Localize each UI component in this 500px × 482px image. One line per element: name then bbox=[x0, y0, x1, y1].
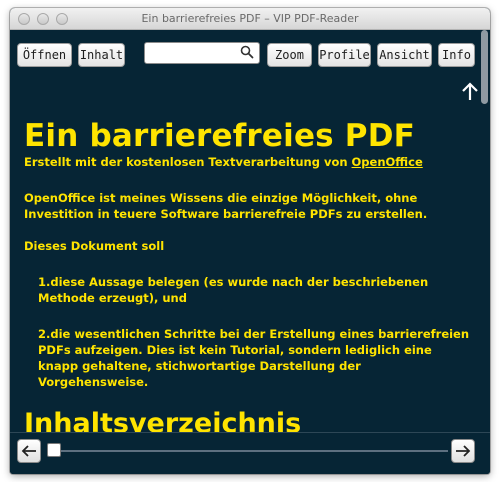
paragraph-intro: OpenOffice ist meines Wissens die einzig… bbox=[24, 191, 428, 221]
openoffice-link[interactable]: OpenOffice bbox=[352, 155, 423, 169]
search-field[interactable] bbox=[144, 42, 260, 64]
title-bar[interactable]: Ein barrierefreies PDF – VIP PDF-Reader bbox=[10, 8, 490, 30]
profiles-button[interactable]: Profile bbox=[318, 43, 371, 67]
page-navigation-bar bbox=[10, 432, 490, 474]
toc-heading: Inhaltsverzeichnis bbox=[24, 408, 302, 432]
arrow-right-icon bbox=[456, 445, 471, 457]
magnifier-icon[interactable] bbox=[240, 45, 254, 59]
contents-button[interactable]: Inhalt bbox=[78, 43, 125, 67]
paragraph-purpose: Dieses Dokument soll bbox=[24, 239, 165, 253]
search-input[interactable] bbox=[151, 45, 243, 64]
window-title: Ein barrierefreies PDF – VIP PDF-Reader bbox=[141, 12, 359, 25]
document-title: Ein barrierefreies PDF bbox=[24, 118, 416, 154]
document-view[interactable]: Ein barrierefreies PDF Erstellt mit der … bbox=[10, 76, 480, 432]
list-item: 2.die wesentlichen Schritte bei der Erst… bbox=[38, 327, 470, 389]
page-slider-track[interactable] bbox=[50, 450, 448, 452]
arrow-left-icon bbox=[21, 445, 36, 457]
zoom-button[interactable]: Zoom bbox=[267, 43, 312, 67]
list-item: 1.diese Aussage belegen (es wurde nach d… bbox=[38, 275, 429, 305]
document-subtitle: Erstellt mit der kostenlosen Textverarbe… bbox=[24, 154, 474, 170]
view-button[interactable]: Ansicht bbox=[377, 43, 432, 67]
divider bbox=[10, 432, 490, 433]
app-window: Ein barrierefreies PDF – VIP PDF-Reader … bbox=[10, 8, 490, 474]
subtitle-text: Erstellt mit der kostenlosen Textverarbe… bbox=[24, 155, 352, 169]
scroll-up-button[interactable] bbox=[458, 80, 482, 104]
next-page-button[interactable] bbox=[451, 439, 475, 463]
arrow-up-icon bbox=[462, 82, 478, 100]
vertical-scrollbar[interactable] bbox=[481, 30, 488, 104]
info-button[interactable]: Info bbox=[438, 43, 475, 67]
open-button[interactable]: Öffnen bbox=[17, 43, 72, 67]
page-slider-thumb[interactable] bbox=[47, 443, 61, 457]
previous-page-button[interactable] bbox=[17, 439, 41, 463]
